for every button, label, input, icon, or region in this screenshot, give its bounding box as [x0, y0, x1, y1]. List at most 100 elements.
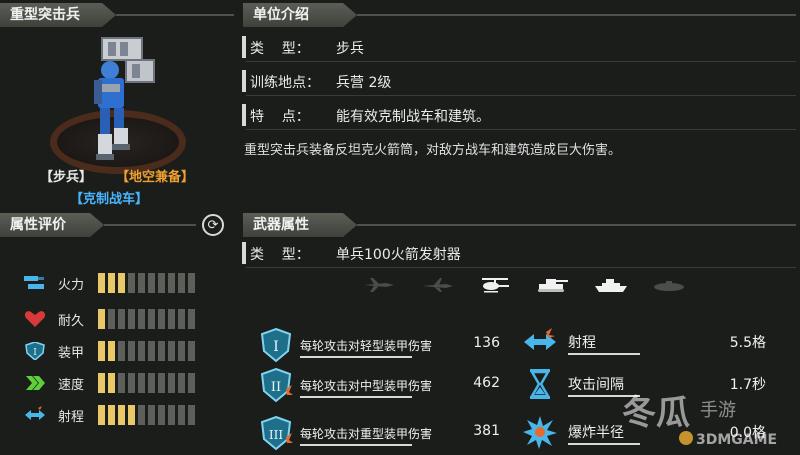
armor-shield-icon: I: [24, 341, 46, 361]
rating-segment-empty: [188, 341, 195, 361]
rating-segment-empty: [178, 405, 185, 425]
heart-icon: [24, 310, 46, 328]
hourglass-icon: [529, 369, 551, 399]
rating-segment-filled: [98, 341, 105, 361]
rating-segment-empty: [148, 341, 155, 361]
unit-name: 重型突击兵: [10, 7, 80, 23]
weapon-type-row: 类 型： 单兵100火箭发射器: [242, 238, 796, 268]
explosion-icon: [523, 416, 557, 449]
svg-text:冬瓜: 冬瓜: [622, 393, 690, 433]
damage-label: 每轮攻击对中型装甲伤害: [300, 379, 433, 393]
rating-segment-empty: [148, 273, 155, 293]
attribute-row: 射程: [24, 404, 234, 426]
unit-name-rule: [116, 14, 234, 16]
attribute-row: 速度: [24, 372, 234, 394]
label-underline: [568, 353, 640, 355]
rating-segment-empty: [168, 405, 175, 425]
rating-segment-filled: [118, 273, 125, 293]
intro-value: 能有效克制战车和建筑。: [336, 109, 490, 125]
row-rule: [246, 267, 796, 268]
stat-value: 5.5格: [729, 335, 766, 351]
damage-value: 381: [473, 423, 500, 439]
rating-segment-empty: [158, 309, 165, 329]
rating-segment-filled: [108, 405, 115, 425]
svg-text:I: I: [273, 339, 279, 355]
attribute-row: 火力: [24, 272, 234, 294]
damage-medium-armor: II 每轮攻击对中型装甲伤害 462: [258, 365, 506, 405]
svg-text:II: II: [271, 380, 281, 395]
attribute-label: 装甲: [58, 346, 85, 361]
tag-counter-tank: 【克制战车】: [70, 192, 149, 207]
heavy-assault-trooper-icon: [94, 37, 155, 160]
range-arrows-icon: [24, 406, 46, 424]
rating-segment-empty: [168, 341, 175, 361]
rating-segment-empty: [138, 273, 145, 293]
row-accent: [242, 242, 246, 264]
rating-segment-filled: [118, 405, 125, 425]
intro-key: 类 型：: [250, 41, 310, 57]
damage-light-armor: I 每轮攻击对轻型装甲伤害 136: [258, 325, 506, 365]
intro-key: 训练地点：: [250, 75, 320, 91]
rating-segment-empty: [148, 405, 155, 425]
rating-segment-empty: [128, 341, 135, 361]
intro-key: 特 点：: [250, 109, 310, 125]
rating-segment-empty: [118, 373, 125, 393]
submarine-icon: [654, 281, 684, 291]
weapon-rule: [357, 224, 796, 226]
rating-segment-empty: [138, 341, 145, 361]
rating-segment-empty: [158, 341, 165, 361]
rating-segment-empty: [188, 309, 195, 329]
rating-segment-empty: [158, 373, 165, 393]
attribute-label: 耐久: [58, 314, 85, 329]
attribute-row: 耐久: [24, 308, 234, 330]
damage-value: 462: [473, 375, 500, 391]
unit-name-tab: 重型突击兵: [0, 3, 116, 27]
rating-segment-empty: [178, 341, 185, 361]
row-accent: [242, 70, 246, 92]
row-rule: [246, 61, 796, 62]
rating-segment-empty: [128, 309, 135, 329]
target-type-icons: [362, 276, 686, 294]
rating-segment-empty: [138, 309, 145, 329]
refresh-button[interactable]: ⟳: [202, 214, 224, 236]
svg-text:3DMGAME: 3DMGAME: [696, 432, 777, 448]
armor-tier-2-icon: II: [260, 367, 293, 403]
label-underline: [300, 444, 412, 446]
rating-segment-filled: [108, 341, 115, 361]
rating-segment-empty: [108, 309, 115, 329]
row-accent: [242, 104, 246, 126]
rating-segment-empty: [188, 273, 195, 293]
rating-segment-filled: [98, 373, 105, 393]
row-rule: [246, 129, 796, 130]
range-arrows-icon: [524, 328, 556, 350]
attributes-tab: 属性评价: [0, 213, 104, 237]
tag-air-ground: 【地空兼备】: [116, 170, 195, 185]
svg-text:I: I: [33, 348, 37, 358]
rating-segment-empty: [168, 373, 175, 393]
intro-row-training: 训练地点： 兵营 2级: [242, 66, 796, 96]
rating-segment-empty: [178, 309, 185, 329]
rating-segment-empty: [168, 309, 175, 329]
tank-icon: [538, 279, 568, 292]
label-underline: [300, 396, 412, 398]
rating-segment-empty: [148, 309, 155, 329]
damage-label: 每轮攻击对轻型装甲伤害: [300, 339, 433, 353]
attribute-rating-bars: [98, 373, 195, 393]
rating-segment-filled: [128, 405, 135, 425]
unit-description: 重型突击兵装备反坦克火箭筒，对敌方战车和建筑造成巨大伤害。: [244, 143, 622, 158]
weapon-title: 武器属性: [253, 217, 309, 233]
intro-value: 兵营 2级: [336, 75, 392, 91]
svg-text:III: III: [269, 428, 283, 442]
svg-text:手游: 手游: [700, 400, 736, 421]
weapon-type-value: 单兵100火箭发射器: [336, 247, 461, 263]
attribute-rating-bars: [98, 405, 195, 425]
intro-rule: [357, 14, 796, 16]
rating-segment-empty: [118, 309, 125, 329]
rating-segment-empty: [158, 273, 165, 293]
intro-title: 单位介绍: [253, 7, 309, 23]
damage-heavy-armor: III 每轮攻击对重型装甲伤害 381: [258, 413, 506, 453]
weapon-type-key: 类 型：: [250, 247, 310, 263]
ship-icon: [595, 279, 627, 292]
rating-segment-empty: [188, 373, 195, 393]
attribute-label: 火力: [58, 278, 85, 293]
